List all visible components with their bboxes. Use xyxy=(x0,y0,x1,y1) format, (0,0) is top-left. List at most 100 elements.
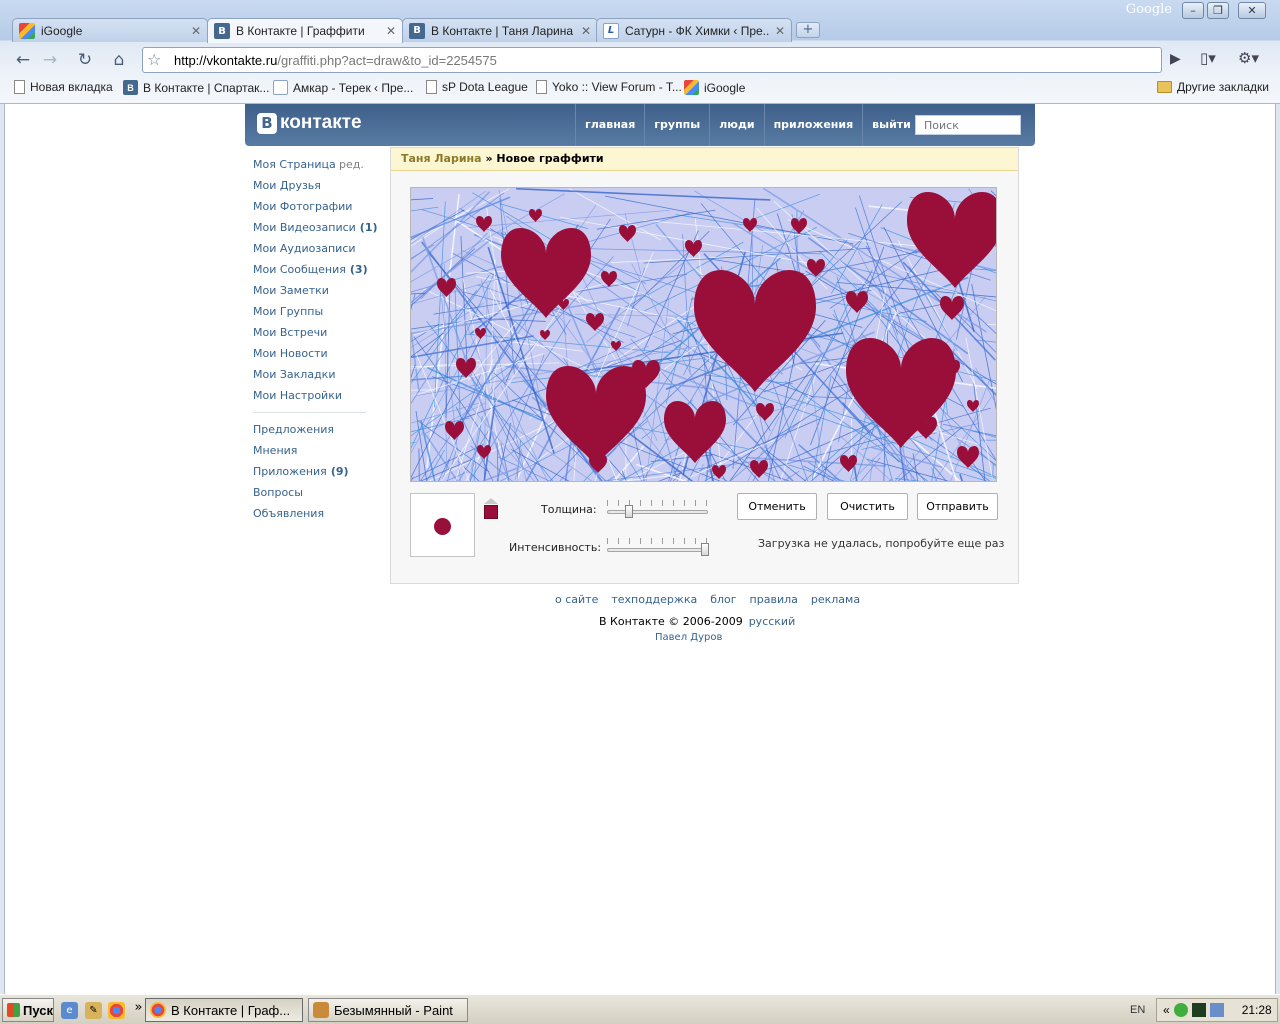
app-quicklaunch-icon[interactable]: ✎ xyxy=(85,1002,102,1019)
bookmark-yoko[interactable]: Yoko :: View Forum - T... xyxy=(536,80,682,94)
vk-logo[interactable]: В контакте xyxy=(257,112,362,134)
menu-item[interactable]: Объявления xyxy=(253,503,373,524)
wrench-icon[interactable]: ⚙▾ xyxy=(1238,49,1259,67)
upload-error-message: Загрузка не удалась, попробуйте еще раз xyxy=(758,537,1005,550)
menu-item[interactable]: Мнения xyxy=(253,440,373,461)
nav-home[interactable]: главная xyxy=(575,104,644,146)
menu-item[interactable]: Вопросы xyxy=(253,482,373,503)
breadcrumb-user-link[interactable]: Таня Ларина xyxy=(401,152,482,165)
ie-icon[interactable]: e xyxy=(61,1002,78,1019)
footer-rules[interactable]: правила xyxy=(750,593,798,606)
other-bookmarks[interactable]: Другие закладки xyxy=(1157,80,1269,94)
vk-search-input[interactable] xyxy=(915,115,1021,135)
menu-item[interactable]: Мои Встречи xyxy=(253,322,373,343)
footer-author[interactable]: Павел Дуров xyxy=(655,632,722,643)
footer-blog[interactable]: блог xyxy=(710,593,736,606)
star-icon[interactable]: ☆ xyxy=(147,50,161,69)
tray-expand-icon[interactable]: « xyxy=(1163,1003,1170,1017)
menu-item[interactable]: Мои Закладки xyxy=(253,364,373,385)
vk-favicon-icon: B xyxy=(409,22,425,39)
slider-ticks xyxy=(607,500,708,506)
minimize-button[interactable]: – xyxy=(1182,2,1204,19)
footer-about[interactable]: о сайте xyxy=(555,593,598,606)
menu-item[interactable]: Мои Видеозаписи (1) xyxy=(253,217,378,238)
close-window-button[interactable]: ✕ xyxy=(1238,2,1266,19)
home-icon[interactable]: ⌂ xyxy=(108,49,130,71)
edit-link[interactable]: ред. xyxy=(339,154,364,175)
menu-item[interactable]: Мои Фотографии xyxy=(253,196,373,217)
menu-item[interactable]: Мои Аудиозаписи xyxy=(253,238,373,259)
go-icon[interactable]: ▶ xyxy=(1170,51,1181,67)
tab-saturn[interactable]: L Сатурн - ФК Химки ‹ Пре... ✕ xyxy=(596,18,792,42)
bookmark-igoogle[interactable]: iGoogle xyxy=(684,80,745,95)
color-picker-arrow-icon[interactable] xyxy=(484,498,498,504)
tab-igoogle[interactable]: iGoogle ✕ xyxy=(12,18,208,42)
language-indicator[interactable]: EN xyxy=(1130,1004,1145,1016)
maximize-button[interactable]: ❐ xyxy=(1207,2,1229,19)
shield-icon[interactable] xyxy=(1173,1003,1188,1017)
nav-logout[interactable]: выйти xyxy=(862,104,920,146)
bookmark-label: Другие закладки xyxy=(1177,80,1269,94)
language-link[interactable]: русский xyxy=(749,615,796,628)
thickness-slider[interactable] xyxy=(607,500,708,520)
address-bar[interactable]: ☆ http://vkontakte.ru/graffiti.php?act=d… xyxy=(142,47,1162,73)
undo-button[interactable]: Отменить xyxy=(737,493,817,520)
url-host: http://vkontakte.ru xyxy=(174,53,278,68)
footer-support[interactable]: техподдержка xyxy=(611,593,697,606)
nav-groups[interactable]: группы xyxy=(644,104,709,146)
graffiti-canvas[interactable] xyxy=(410,187,997,482)
nav-apps[interactable]: приложения xyxy=(763,104,863,146)
close-icon[interactable]: ✕ xyxy=(191,24,201,38)
menu-item[interactable]: Мои Заметки xyxy=(253,280,373,301)
menu-label: Мои Встречи xyxy=(253,326,328,339)
monitor-icon[interactable] xyxy=(1191,1003,1206,1017)
task-label: В Контакте | Граф... xyxy=(171,1002,291,1018)
menu-item[interactable]: Мои Настройки xyxy=(253,385,373,406)
menu-item[interactable]: Мои Группы xyxy=(253,301,373,322)
menu-my-page[interactable]: Моя Страница ред. xyxy=(253,154,373,175)
tab-graffiti[interactable]: B В Контакте | Граффити ✕ xyxy=(207,18,403,43)
close-icon[interactable]: ✕ xyxy=(581,24,591,38)
bookmark-dota[interactable]: sP Dota League xyxy=(426,80,528,94)
graffiti-drawing[interactable] xyxy=(411,188,997,482)
doc-icon xyxy=(426,80,437,94)
menu-item[interactable]: Предложения xyxy=(253,419,373,440)
nav-people[interactable]: люди xyxy=(709,104,763,146)
task-paint[interactable]: Безымянный - Paint xyxy=(308,998,468,1022)
clear-button[interactable]: Очистить xyxy=(827,493,908,520)
footer-ads[interactable]: реклама xyxy=(811,593,860,606)
back-arrow-icon[interactable]: ← xyxy=(12,49,34,71)
start-button[interactable]: Пуск xyxy=(2,998,54,1022)
reload-icon[interactable]: ↻ xyxy=(74,49,96,71)
menu-label: Мои Аудиозаписи xyxy=(253,242,356,255)
bookmark-label: Yoko :: View Forum - T... xyxy=(552,80,682,94)
start-label: Пуск xyxy=(23,1002,53,1018)
bookmark-amkar[interactable]: L Амкар - Терек ‹ Пре... xyxy=(273,80,413,95)
close-icon[interactable]: ✕ xyxy=(775,24,785,38)
menu-item[interactable]: Приложения (9) xyxy=(253,461,373,482)
bookmark-new-tab[interactable]: Новая вкладка xyxy=(14,80,113,94)
menu-divider xyxy=(253,412,366,413)
intensity-slider-thumb[interactable] xyxy=(700,543,709,556)
task-vk-graffiti[interactable]: В Контакте | Граф... xyxy=(145,998,303,1022)
google-favicon-icon xyxy=(684,80,699,95)
thickness-slider-thumb[interactable] xyxy=(625,505,634,518)
clock: 21:28 xyxy=(1241,1003,1272,1017)
new-tab-button[interactable]: + xyxy=(796,22,820,38)
bookmark-vk-spartak[interactable]: B В Контакте | Спартак... xyxy=(123,80,269,95)
close-icon[interactable]: ✕ xyxy=(386,24,396,38)
task-label: Безымянный - Paint xyxy=(334,1002,453,1018)
send-button[interactable]: Отправить xyxy=(917,493,998,520)
bookmark-label: sP Dota League xyxy=(442,80,528,94)
tab-tanya-larina[interactable]: B В Контакте | Таня Ларина ✕ xyxy=(402,18,598,42)
chrome-icon[interactable] xyxy=(108,1002,125,1019)
color-swatch[interactable] xyxy=(484,505,498,519)
menu-item[interactable]: Мои Сообщения (3) xyxy=(253,259,373,280)
page-menu-icon[interactable]: ▯▾ xyxy=(1200,49,1216,67)
menu-item[interactable]: Мои Новости xyxy=(253,343,373,364)
forward-arrow-icon[interactable]: → xyxy=(39,49,61,71)
network-icon[interactable] xyxy=(1209,1003,1224,1017)
url-text[interactable]: http://vkontakte.ru/graffiti.php?act=dra… xyxy=(174,53,497,68)
intensity-slider[interactable] xyxy=(607,538,709,558)
menu-item[interactable]: Мои Друзья xyxy=(253,175,373,196)
